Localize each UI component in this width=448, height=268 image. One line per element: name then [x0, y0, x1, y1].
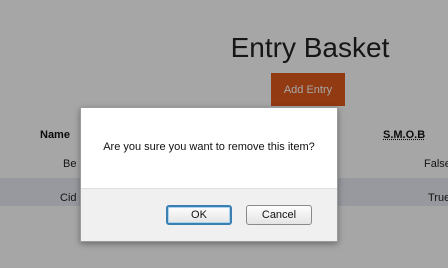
- dialog-message: Are you sure you want to remove this ite…: [103, 141, 315, 153]
- dialog-footer: OK Cancel: [81, 188, 337, 241]
- cancel-button[interactable]: Cancel: [246, 205, 312, 225]
- ok-button[interactable]: OK: [166, 205, 232, 225]
- confirm-dialog: Are you sure you want to remove this ite…: [80, 107, 338, 242]
